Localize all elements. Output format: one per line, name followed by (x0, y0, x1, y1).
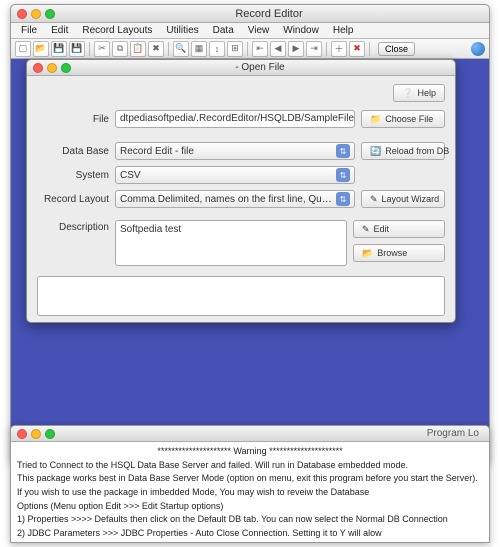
minimize-window-icon[interactable] (31, 9, 41, 19)
dialog-close-icon[interactable] (33, 63, 43, 73)
save-as-icon[interactable]: 💾 (69, 41, 85, 57)
main-titlebar: Record Editor (11, 5, 489, 23)
record-layout-combo[interactable]: Comma Delimited, names on the first line… (115, 190, 355, 208)
log-line: If you wish to use the package in imbedd… (17, 487, 483, 499)
toolbar: ▢ 📂 💾 💾 ✂ ⧉ 📋 ✖ 🔍 ▦ ↕ ⊞ ⇤ ◀ ▶ ⇥ ＋ ✖ Clos… (11, 39, 489, 59)
new-file-icon[interactable]: ▢ (15, 41, 31, 57)
workspace: - Open File ❔Help File dtpediasoftpedia/… (11, 59, 489, 463)
menubar: File Edit Record Layouts Utilities Data … (11, 23, 489, 39)
log-line: multiple versions of the RecordEditor to… (17, 542, 483, 543)
copy-icon[interactable]: ⧉ (112, 41, 128, 57)
log-line: This package works best in Data Base Ser… (17, 473, 483, 485)
filter-icon[interactable]: ▦ (191, 41, 207, 57)
log-line: ********************* Warning **********… (17, 446, 483, 458)
message-area (37, 276, 445, 316)
dialog-zoom-icon[interactable] (61, 63, 71, 73)
log-line: Options (Menu option Edit >>> Edit Start… (17, 501, 483, 513)
open-file-titlebar: - Open File (27, 60, 455, 76)
browse-icon: 📂 (362, 248, 373, 259)
log-line: 1) Properties >>>> Defaults then click o… (17, 514, 483, 526)
record-layout-label: Record Layout (37, 194, 109, 205)
zoom-window-icon[interactable] (45, 9, 55, 19)
log-body[interactable]: ********************* Warning **********… (11, 442, 489, 543)
database-label: Data Base (37, 146, 109, 157)
menu-edit[interactable]: Edit (45, 24, 74, 37)
delete-icon[interactable]: ✖ (148, 41, 164, 57)
chevron-down-icon: ⇅ (336, 192, 350, 206)
edit-icon: ✎ (362, 224, 370, 235)
menu-record-layouts[interactable]: Record Layouts (76, 24, 158, 37)
paste-icon[interactable]: 📋 (130, 41, 146, 57)
help-icon: ❔ (402, 88, 413, 99)
status-indicator-icon (471, 42, 485, 56)
description-textarea[interactable]: Softpedia test (115, 220, 347, 266)
prev-icon[interactable]: ◀ (270, 41, 286, 57)
sort-icon[interactable]: ↕ (209, 41, 225, 57)
wizard-icon: ✎ (370, 194, 378, 205)
log-window: Program Lo ********************* Warning… (10, 425, 490, 543)
open-file-title: - Open File (71, 62, 449, 73)
first-icon[interactable]: ⇤ (252, 41, 268, 57)
description-label: Description (37, 220, 109, 233)
reload-button[interactable]: 🔄Reload from DB (361, 142, 445, 160)
log-line: 2) JDBC Parameters >>> JDBC Properties -… (17, 528, 483, 540)
close-window-icon[interactable] (17, 9, 27, 19)
edit-button[interactable]: ✎Edit (353, 220, 445, 238)
help-button[interactable]: ❔Help (393, 84, 445, 102)
folder-icon: 📁 (370, 114, 381, 125)
menu-view[interactable]: View (242, 24, 276, 37)
main-window: Record Editor File Edit Record Layouts U… (10, 4, 490, 464)
last-icon[interactable]: ⇥ (306, 41, 322, 57)
database-combo[interactable]: Record Edit - file⇅ (115, 142, 355, 160)
log-zoom-icon[interactable] (45, 429, 55, 439)
app-title: Record Editor (55, 8, 483, 20)
next-icon[interactable]: ▶ (288, 41, 304, 57)
tree-icon[interactable]: ⊞ (227, 41, 243, 57)
menu-window[interactable]: Window (277, 24, 325, 37)
chevron-down-icon: ⇅ (336, 144, 350, 158)
open-file-dialog: - Open File ❔Help File dtpediasoftpedia/… (26, 59, 456, 323)
remove-icon[interactable]: ✖ (349, 41, 365, 57)
open-file-icon[interactable]: 📂 (33, 41, 49, 57)
choose-file-button[interactable]: 📁Choose File (361, 110, 445, 128)
log-title-text: Program Lo (55, 428, 483, 439)
find-icon[interactable]: 🔍 (173, 41, 189, 57)
menu-data[interactable]: Data (207, 24, 240, 37)
system-combo[interactable]: CSV⇅ (115, 166, 355, 184)
close-button[interactable]: Close (378, 42, 415, 56)
layout-wizard-button[interactable]: ✎Layout Wizard (361, 190, 445, 208)
cut-icon[interactable]: ✂ (94, 41, 110, 57)
log-line: Tried to Connect to the HSQL Data Base S… (17, 460, 483, 472)
reload-icon: 🔄 (370, 146, 381, 157)
menu-help[interactable]: Help (327, 24, 360, 37)
dialog-minimize-icon[interactable] (47, 63, 57, 73)
file-input[interactable]: dtpediasoftpedia/.RecordEditor/HSQLDB/Sa… (115, 110, 355, 128)
log-titlebar: Program Lo (11, 426, 489, 442)
log-close-icon[interactable] (17, 429, 27, 439)
file-label: File (37, 114, 109, 125)
chevron-down-icon: ⇅ (336, 168, 350, 182)
menu-utilities[interactable]: Utilities (160, 24, 204, 37)
add-icon[interactable]: ＋ (331, 41, 347, 57)
save-icon[interactable]: 💾 (51, 41, 67, 57)
log-minimize-icon[interactable] (31, 429, 41, 439)
menu-file[interactable]: File (15, 24, 43, 37)
system-label: System (37, 170, 109, 181)
browse-button[interactable]: 📂Browse (353, 244, 445, 262)
